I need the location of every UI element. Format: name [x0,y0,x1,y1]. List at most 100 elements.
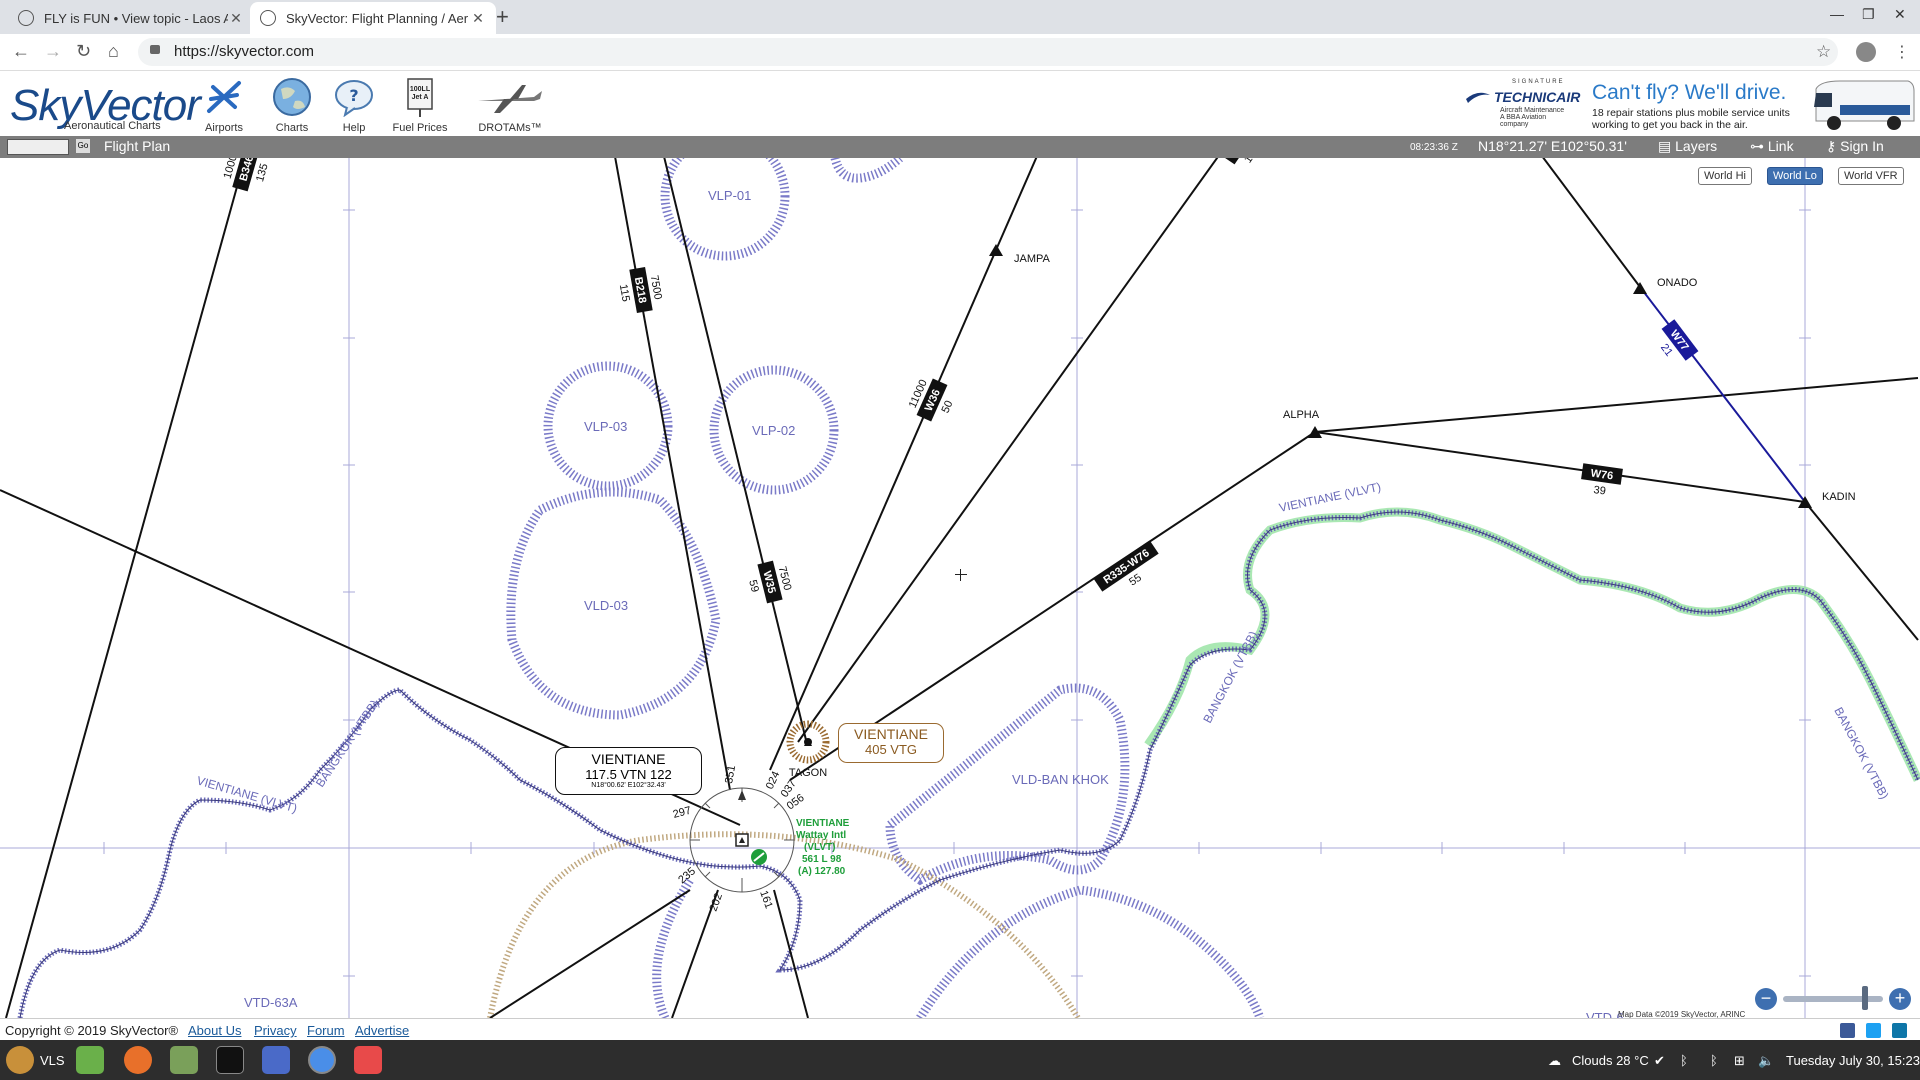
world-vfr-button[interactable]: World VFR [1838,167,1904,185]
zoom-slider-handle[interactable] [1862,986,1868,1010]
network-icon[interactable]: ⊞ [1734,1053,1745,1069]
airway-distance: 39 [1593,484,1607,498]
fir-labels: VIENTIANE (VLVT) BANGKOK (VTBB) VIENTIAN… [195,480,1891,816]
forward-icon[interactable]: → [44,41,62,62]
cursor-coordinates: N18°21.27' E102°50.31' [1478,138,1627,154]
facebook-icon[interactable] [1840,1023,1855,1038]
footer-link-forum[interactable]: Forum [307,1023,345,1038]
ndb-info-box[interactable]: VIENTIANE 405 VTG [838,723,944,763]
twitter-icon[interactable] [1866,1023,1881,1038]
airway-w76[interactable] [1314,431,1806,503]
airway-w36[interactable] [769,249,997,771]
vor-compass-rose[interactable] [689,787,795,893]
footer-link-about[interactable]: About Us [188,1023,241,1038]
monkey-menu-icon[interactable] [6,1046,34,1074]
airway-b218[interactable] [612,158,731,791]
link-label: Link [1767,138,1794,154]
airway-w35[interactable] [660,158,807,741]
airway-onado-north[interactable] [1530,158,1641,288]
flight-plan-input[interactable] [7,139,69,155]
layers-icon: ▤ [1658,138,1672,154]
mail-icon[interactable] [262,1046,290,1074]
airway-b346[interactable] [5,158,250,1018]
radial-label: 351 [723,764,738,784]
app-icon[interactable] [354,1046,382,1074]
volume-icon[interactable]: 🔈 [1758,1053,1774,1069]
minimize-icon[interactable]: — [1830,6,1844,22]
airway-w77[interactable] [1639,286,1806,503]
home-icon[interactable]: ⌂ [108,41,119,62]
footer-link-advertise[interactable]: Advertise [355,1023,409,1038]
airway-kadin-southeast[interactable] [1804,501,1919,641]
bluetooth-2-icon[interactable]: ᛒ [1710,1053,1718,1068]
linkedin-icon[interactable] [1892,1023,1907,1038]
weather-icon[interactable]: ☁ [1548,1053,1561,1069]
profile-avatar[interactable] [1856,42,1876,62]
firefox-icon[interactable] [124,1046,152,1074]
zoom-in-button[interactable]: + [1889,988,1911,1010]
airway-se[interactable] [773,889,809,1018]
lock-icon [150,45,160,54]
nav-help[interactable]: ? Help [324,77,384,134]
airport-frequency: (A) 127.80 [798,866,846,877]
close-icon[interactable]: ✕ [228,10,244,27]
airway-east-upper[interactable] [1314,377,1919,433]
zoom-out-button[interactable]: − [1755,988,1777,1010]
reload-icon[interactable]: ↻ [76,41,91,62]
back-icon[interactable]: ← [12,41,30,62]
ndb-tagon[interactable]: TAGON [786,720,830,779]
tab-title: FLY is FUN • View topic - Laos A [44,10,228,26]
globe-icon [273,78,311,116]
close-icon[interactable]: ✕ [470,10,486,27]
link-button[interactable]: ⊶ Link [1750,138,1794,155]
world-hi-button[interactable]: World Hi [1698,167,1752,185]
nav-airports[interactable]: Airports [194,77,254,134]
radial-label: 161 [757,889,775,910]
area-label: VLP-01 [708,188,751,203]
layers-button[interactable]: ▤ Layers [1658,138,1717,155]
vor-info-box[interactable]: VIENTIANE 117.5 VTN 122 N18°00.62' E102°… [555,747,702,795]
technicair-ad[interactable]: SIGNATURE TECHNICAIR Aircraft Maintenanc… [1460,77,1920,133]
flight-plan-button[interactable]: Flight Plan [104,138,170,154]
airway-r3[interactable] [797,158,1230,743]
nav-drotams[interactable]: DROTAMs™ [474,77,546,134]
close-window-icon[interactable]: ✕ [1894,6,1906,23]
airway-w36-north[interactable] [995,158,1044,251]
nav-charts[interactable]: Charts [262,77,322,134]
waypoint-kadin[interactable]: KADIN [1798,491,1856,508]
chrome-icon[interactable] [308,1046,336,1074]
file-manager-icon[interactable] [170,1046,198,1074]
terminal-icon[interactable] [216,1046,244,1074]
vor-name: VIENTIANE [591,751,666,767]
start-label[interactable]: VLS [40,1053,65,1068]
weather-text[interactable]: Clouds 28 °C [1572,1053,1649,1068]
bluetooth-icon[interactable]: ᛒ [1680,1053,1688,1068]
bookmark-star-icon[interactable]: ☆ [1816,42,1831,62]
sign-in-button[interactable]: ⚷ Sign In [1826,138,1884,155]
area-vtd-6[interactable] [916,885,1265,1018]
restore-icon[interactable]: ❐ [1862,6,1875,23]
waypoint-label: JAMPA [1014,253,1051,265]
waypoint-label: KADIN [1822,491,1856,503]
tab-skyvector[interactable]: SkyVector: Flight Planning / Aer ✕ [250,2,496,34]
new-tab-icon[interactable]: + [496,4,509,30]
key-icon: ⚷ [1826,138,1837,154]
datetime[interactable]: Tuesday July 30, 15:23 [1786,1053,1920,1068]
waypoint-alpha[interactable]: ALPHA [1283,409,1322,438]
world-lo-button[interactable]: World Lo [1767,167,1823,185]
menu-kebab-icon[interactable]: ⋮ [1894,42,1910,62]
zoom-slider-track[interactable] [1783,996,1883,1002]
area-vlp-01[interactable] [660,158,790,261]
fir-label: VIENTIANE (VLVT) [1278,480,1382,515]
area-labels: VLP-01 VLP-03 VLP-02 VLD-03 VLD-BAN KHOK… [244,188,1624,1018]
aeronautical-map[interactable]: B346 10000 135 B218 7500 115 W35 7500 59… [0,158,1920,1018]
footer-link-privacy[interactable]: Privacy [254,1023,297,1038]
tab-fly-is-fun[interactable]: FLY is FUN • View topic - Laos A ✕ [8,2,254,34]
address-bar[interactable]: https://skyvector.com [138,38,1838,66]
fir-label: BANGKOK (VTBB) [1831,705,1891,802]
desktop-icon[interactable] [76,1046,104,1074]
ndb-name: VIENTIANE [854,726,928,742]
go-button[interactable]: Go [76,139,90,153]
waypoint-onado[interactable]: ONADO [1633,277,1698,294]
check-icon[interactable]: ✔ [1654,1053,1665,1069]
